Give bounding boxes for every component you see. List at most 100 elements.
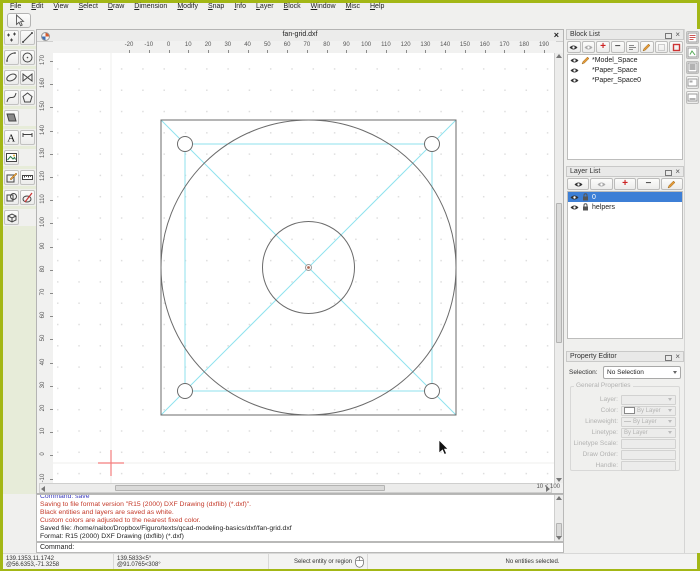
block-name: *Model_Space bbox=[592, 56, 638, 64]
toggle-block-list-button[interactable] bbox=[686, 46, 699, 59]
visibility-eye-icon[interactable] bbox=[570, 194, 579, 201]
close-panel-button[interactable]: × bbox=[675, 167, 680, 177]
tool-measure-button[interactable] bbox=[20, 170, 35, 185]
tool-dimension-button[interactable] bbox=[20, 130, 35, 145]
scrollbar-thumb[interactable] bbox=[556, 203, 562, 343]
show-all-layers-button[interactable] bbox=[567, 178, 590, 190]
ruler-label: 140 bbox=[440, 42, 451, 48]
menu-select[interactable]: Select bbox=[74, 3, 101, 10]
remove-block-button[interactable]: − bbox=[610, 41, 625, 53]
visibility-eye-icon[interactable] bbox=[570, 57, 579, 64]
float-panel-button[interactable] bbox=[665, 170, 672, 176]
horizontal-scrollbar[interactable] bbox=[39, 483, 552, 493]
tool-points-button[interactable] bbox=[4, 30, 19, 45]
visibility-eye-icon[interactable] bbox=[570, 204, 579, 211]
scrollbar-arrow[interactable] bbox=[556, 54, 562, 58]
property-row: Handle: bbox=[572, 460, 676, 471]
tool-circle-button[interactable] bbox=[20, 50, 35, 65]
toggle-library-browser-button[interactable] bbox=[686, 76, 699, 89]
layer-row[interactable]: 0 bbox=[568, 192, 682, 202]
property-color-field: By Layer bbox=[621, 405, 676, 416]
mouse-cursor bbox=[438, 439, 449, 455]
ruler-label: 30 bbox=[224, 42, 232, 48]
command-history-line: Saved file: /home/nailxx/Dropbox/Figuro/… bbox=[40, 525, 292, 532]
tool-text-button[interactable]: A bbox=[4, 130, 19, 145]
tool-divide-button[interactable] bbox=[20, 190, 35, 205]
scrollbar-arrow[interactable] bbox=[556, 496, 562, 500]
lock-icon[interactable] bbox=[581, 193, 590, 201]
tool-polyline-button[interactable] bbox=[20, 70, 35, 85]
lock-icon[interactable] bbox=[581, 203, 590, 211]
close-panel-button[interactable]: × bbox=[675, 30, 680, 40]
close-panel-button[interactable]: × bbox=[675, 352, 680, 362]
edit-block-button[interactable] bbox=[640, 41, 654, 53]
close-document-button[interactable]: × bbox=[554, 30, 559, 41]
selection-dropdown[interactable]: No Selection bbox=[603, 365, 681, 379]
add-block-button[interactable]: + bbox=[596, 41, 610, 53]
toggle-property-editor-button[interactable] bbox=[686, 31, 699, 44]
block-row[interactable]: *Model_Space bbox=[568, 55, 682, 65]
float-panel-button[interactable] bbox=[665, 33, 672, 39]
show-all-blocks-button[interactable] bbox=[567, 41, 581, 53]
edit-layer-button[interactable] bbox=[660, 178, 684, 190]
menu-modify[interactable]: Modify bbox=[173, 3, 202, 10]
menu-edit[interactable]: Edit bbox=[27, 3, 47, 10]
tool-explode-button[interactable] bbox=[4, 190, 19, 205]
rename-block-button[interactable] bbox=[625, 41, 640, 53]
drawing-canvas[interactable] bbox=[53, 53, 556, 483]
menu-file[interactable]: File bbox=[6, 3, 25, 10]
scrollbar-arrow[interactable] bbox=[41, 486, 45, 492]
tool-box3d-button[interactable] bbox=[4, 210, 19, 225]
visibility-eye-icon[interactable] bbox=[570, 77, 579, 84]
tool-polygon-button[interactable] bbox=[20, 90, 35, 105]
hide-all-layers-button[interactable] bbox=[590, 178, 613, 190]
tool-arc-button[interactable] bbox=[4, 50, 19, 65]
select-tool-button[interactable] bbox=[7, 13, 31, 28]
layer-row[interactable]: helpers bbox=[568, 202, 682, 212]
menu-view[interactable]: View bbox=[49, 3, 72, 10]
toggle-command-line-button[interactable] bbox=[686, 91, 699, 104]
ruler-label: -10 bbox=[144, 42, 154, 48]
hide-all-blocks-button[interactable] bbox=[581, 41, 596, 53]
block-row[interactable]: *Paper_Space bbox=[568, 65, 682, 75]
scrollbar-arrow[interactable] bbox=[556, 536, 562, 540]
tool-hatch-button[interactable] bbox=[4, 110, 19, 125]
block-row[interactable]: *Paper_Space0 bbox=[568, 75, 682, 85]
menu-snap[interactable]: Snap bbox=[204, 3, 228, 10]
tool-modify-button[interactable] bbox=[4, 170, 19, 185]
menu-info[interactable]: Info bbox=[230, 3, 250, 10]
menu-window[interactable]: Window bbox=[307, 3, 340, 10]
modify-icon bbox=[6, 172, 18, 183]
menu-block[interactable]: Block bbox=[280, 3, 305, 10]
menu-dimension[interactable]: Dimension bbox=[130, 3, 171, 10]
menu-help[interactable]: Help bbox=[366, 3, 388, 10]
tool-ellipse-button[interactable] bbox=[4, 70, 19, 85]
toggle-layer-list-button[interactable] bbox=[686, 61, 699, 74]
hatch-icon bbox=[6, 113, 17, 122]
tool-image-button[interactable] bbox=[4, 150, 19, 165]
vertical-scrollbar[interactable] bbox=[554, 53, 563, 483]
insert-block-button[interactable] bbox=[654, 41, 669, 53]
circle-icon bbox=[22, 52, 33, 63]
purge-block-button[interactable] bbox=[669, 41, 683, 53]
float-panel-button[interactable] bbox=[665, 355, 672, 361]
remove-layer-button[interactable]: − bbox=[637, 178, 660, 190]
ruler-label: 20 bbox=[204, 42, 212, 48]
menu-draw[interactable]: Draw bbox=[104, 3, 128, 10]
command-history-line: Black entities and layers are saved as w… bbox=[40, 509, 174, 516]
menu-layer[interactable]: Layer bbox=[252, 3, 278, 10]
divide-icon bbox=[22, 192, 33, 203]
block-list-title: Block List bbox=[570, 31, 600, 38]
menu-misc[interactable]: Misc bbox=[342, 3, 364, 10]
tool-spline-button[interactable] bbox=[4, 90, 19, 105]
visibility-eye-icon[interactable] bbox=[570, 67, 579, 74]
scrollbar-thumb[interactable] bbox=[556, 523, 562, 537]
scrollbar-arrow[interactable] bbox=[556, 478, 562, 482]
explode-icon bbox=[6, 193, 17, 202]
selection-status-text: No entities selected. bbox=[505, 558, 560, 565]
command-input[interactable]: Command: bbox=[36, 542, 564, 553]
tool-line-button[interactable] bbox=[20, 30, 35, 45]
add-layer-button[interactable]: + bbox=[613, 178, 637, 190]
command-history-scrollbar[interactable] bbox=[554, 495, 563, 541]
scrollbar-thumb[interactable] bbox=[115, 485, 385, 491]
